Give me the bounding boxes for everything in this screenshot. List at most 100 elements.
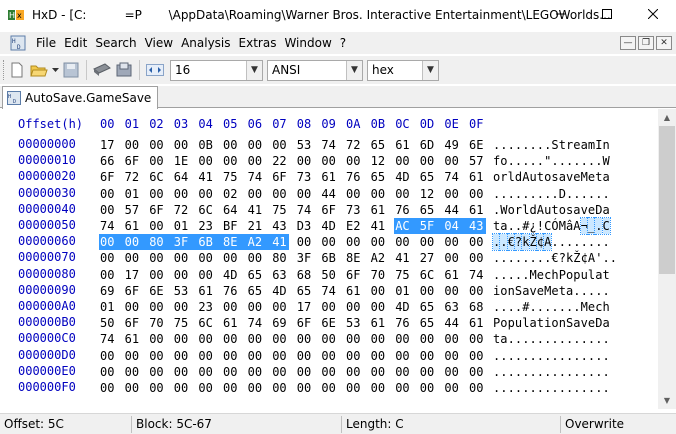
hex-byte[interactable]: 73 bbox=[345, 202, 363, 218]
ascii-char[interactable]: . bbox=[551, 299, 558, 315]
hex-byte[interactable]: 00 bbox=[197, 364, 215, 380]
ascii-char[interactable]: C bbox=[601, 217, 611, 235]
ascii-char[interactable]: . bbox=[544, 348, 551, 364]
hex-byte[interactable]: 00 bbox=[124, 137, 142, 153]
ascii-char[interactable]: p bbox=[573, 267, 580, 283]
ascii-char[interactable]: . bbox=[493, 267, 500, 283]
ascii-char[interactable]: . bbox=[551, 234, 558, 250]
hex-byte[interactable]: 61 bbox=[124, 218, 142, 234]
hex-byte[interactable]: 43 bbox=[468, 218, 486, 234]
hex-byte[interactable]: 61 bbox=[468, 169, 486, 185]
ascii-char[interactable]: a bbox=[566, 283, 573, 299]
ascii-char[interactable]: . bbox=[530, 250, 537, 266]
hex-byte[interactable]: 00 bbox=[173, 250, 191, 266]
hex-byte[interactable]: 00 bbox=[247, 137, 265, 153]
ascii-char[interactable]: r bbox=[500, 169, 507, 185]
ascii-char[interactable]: A bbox=[573, 218, 580, 234]
hex-byte[interactable]: 27 bbox=[419, 250, 437, 266]
ascii-char[interactable]: . bbox=[588, 331, 595, 347]
hex-byte[interactable]: 00 bbox=[296, 380, 314, 396]
ascii-char[interactable]: v bbox=[581, 315, 588, 331]
ascii-char[interactable]: . bbox=[515, 218, 522, 234]
ascii-char[interactable]: . bbox=[603, 380, 610, 396]
hex-byte[interactable]: 00 bbox=[148, 186, 166, 202]
hex-byte[interactable]: 23 bbox=[197, 299, 215, 315]
hex-byte[interactable]: 00 bbox=[222, 250, 240, 266]
vertical-scrollbar[interactable]: ▲ ▼ bbox=[658, 109, 676, 409]
chevron-down-icon[interactable]: ▼ bbox=[346, 60, 362, 80]
hex-byte[interactable]: 50 bbox=[320, 267, 338, 283]
ascii-char[interactable]: o bbox=[493, 169, 500, 185]
ascii-char[interactable]: . bbox=[566, 299, 573, 315]
ascii-char[interactable]: ? bbox=[513, 233, 524, 252]
hex-byte[interactable]: 00 bbox=[247, 299, 265, 315]
ascii-char[interactable]: . bbox=[573, 234, 580, 250]
hex-byte[interactable]: 00 bbox=[370, 348, 388, 364]
ascii-char[interactable]: v bbox=[530, 283, 537, 299]
hex-byte[interactable]: 00 bbox=[124, 250, 142, 266]
hex-byte[interactable]: 65 bbox=[370, 137, 388, 153]
ascii-char[interactable]: . bbox=[559, 364, 566, 380]
ascii-char[interactable]: v bbox=[581, 202, 588, 218]
ascii-char[interactable]: . bbox=[544, 299, 551, 315]
hex-byte[interactable]: 41 bbox=[247, 202, 265, 218]
hex-byte[interactable]: 00 bbox=[124, 348, 142, 364]
hex-byte[interactable]: 00 bbox=[222, 348, 240, 364]
ascii-char[interactable]: k bbox=[521, 233, 531, 252]
hex-byte[interactable]: 00 bbox=[419, 331, 437, 347]
ascii-char[interactable]: . bbox=[551, 380, 558, 396]
status-mode[interactable]: Overwrite bbox=[561, 414, 624, 434]
ascii-char[interactable]: o bbox=[500, 283, 507, 299]
hex-byte[interactable]: 00 bbox=[148, 137, 166, 153]
ascii-char[interactable]: a bbox=[595, 267, 602, 283]
ascii-char[interactable]: . bbox=[500, 299, 507, 315]
hex-byte[interactable]: 00 bbox=[468, 364, 486, 380]
hex-byte[interactable]: 00 bbox=[370, 186, 388, 202]
hex-byte[interactable]: 00 bbox=[173, 331, 191, 347]
ascii-char[interactable]: s bbox=[566, 202, 573, 218]
hex-byte[interactable]: 6E bbox=[320, 315, 338, 331]
ascii-char[interactable]: . bbox=[493, 348, 500, 364]
hex-byte[interactable]: 00 bbox=[99, 234, 124, 251]
hex-byte[interactable]: 00 bbox=[197, 348, 215, 364]
hex-byte[interactable]: 72 bbox=[124, 169, 142, 185]
hex-byte[interactable]: 41 bbox=[271, 234, 290, 251]
hex-byte[interactable]: 00 bbox=[370, 380, 388, 396]
hex-byte[interactable]: 22 bbox=[271, 153, 289, 169]
ascii-char[interactable]: . bbox=[508, 137, 515, 153]
hex-byte[interactable]: 00 bbox=[370, 364, 388, 380]
ascii-char[interactable]: t bbox=[537, 315, 544, 331]
hex-byte[interactable]: 00 bbox=[99, 267, 117, 283]
ascii-char[interactable]: c bbox=[595, 299, 602, 315]
ascii-char[interactable]: . bbox=[500, 348, 507, 364]
hex-byte[interactable]: 6F bbox=[124, 315, 142, 331]
hex-byte[interactable]: 00 bbox=[320, 364, 338, 380]
ascii-char[interactable]: . bbox=[544, 186, 551, 202]
hex-byte[interactable]: 00 bbox=[197, 380, 215, 396]
ascii-char[interactable]: . bbox=[588, 186, 595, 202]
ascii-char[interactable]: . bbox=[537, 186, 544, 202]
ascii-char[interactable]: . bbox=[595, 364, 602, 380]
ascii-char[interactable]: . bbox=[588, 364, 595, 380]
hex-byte[interactable]: 00 bbox=[443, 250, 461, 266]
hex-byte[interactable]: 00 bbox=[394, 186, 412, 202]
ascii-char[interactable]: . bbox=[566, 348, 573, 364]
ascii-char[interactable]: . bbox=[493, 202, 500, 218]
ascii-char[interactable]: A bbox=[537, 202, 544, 218]
hex-byte[interactable]: BF bbox=[222, 218, 240, 234]
hex-byte[interactable]: 57 bbox=[124, 202, 142, 218]
hex-byte[interactable]: 00 bbox=[148, 299, 166, 315]
ascii-char[interactable]: t bbox=[493, 218, 500, 234]
hex-byte[interactable]: 17 bbox=[124, 267, 142, 283]
chevron-down-icon[interactable]: ▼ bbox=[246, 60, 262, 80]
ascii-char[interactable]: e bbox=[588, 299, 595, 315]
ascii-char[interactable]: . bbox=[537, 250, 544, 266]
hex-byte[interactable]: 65 bbox=[247, 267, 265, 283]
hex-byte[interactable]: 53 bbox=[296, 137, 314, 153]
hex-byte[interactable]: 00 bbox=[247, 186, 265, 202]
hex-byte[interactable]: 00 bbox=[247, 348, 265, 364]
ascii-char[interactable]: . bbox=[515, 267, 522, 283]
ascii-char[interactable]: . bbox=[500, 250, 507, 266]
ascii-char[interactable]: M bbox=[581, 169, 588, 185]
title-bar[interactable]: Hx HxD - [C: =P \AppData\Roaming\Warner … bbox=[0, 0, 676, 30]
